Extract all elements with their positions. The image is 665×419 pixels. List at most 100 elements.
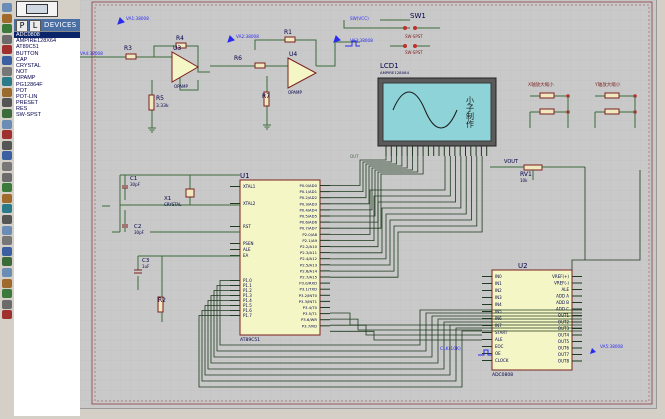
left-toolbar xyxy=(0,0,15,415)
svg-text:R1: R1 xyxy=(284,29,292,36)
toolbar-tool-icon[interactable] xyxy=(2,3,12,12)
adc-pin-label: OUT7 xyxy=(558,352,570,357)
toolbar-tool-icon[interactable] xyxy=(2,257,12,267)
toolbar-tool-icon[interactable] xyxy=(2,77,12,87)
toolbar-tool-icon[interactable] xyxy=(2,268,12,277)
svg-text:LCD1: LCD1 xyxy=(380,62,399,70)
svg-text:OPAMP: OPAMP xyxy=(174,84,188,89)
adc-pin-label: ALE xyxy=(495,337,503,342)
adc-pin-label: IN1 xyxy=(495,281,502,286)
mcu-pin-label: P3.4/T0 xyxy=(303,305,318,310)
svg-text:30pF: 30pF xyxy=(130,182,141,187)
toolbar-tool-icon[interactable] xyxy=(2,130,12,140)
svg-text:Y轴放大缩小: Y轴放大缩小 xyxy=(594,81,621,88)
mcu-pin-label: P2.3/A11 xyxy=(300,250,318,255)
toolbar-tool-icon[interactable] xyxy=(2,172,12,182)
svg-text:1uF: 1uF xyxy=(142,264,150,269)
svg-text:3.33k: 3.33k xyxy=(156,103,169,109)
adc-pin-label: OUT8 xyxy=(558,359,570,364)
svg-text:R4: R4 xyxy=(176,35,184,42)
toolbar-tool-icon[interactable] xyxy=(2,119,12,129)
mcu-pin-label: P3.0/RXD xyxy=(299,281,317,286)
adc-u2[interactable]: U2 ADC0808 IN0IN1IN2IN3IN4IN5IN6IN7START… xyxy=(482,262,582,378)
svg-text:小子制作: 小子制作 xyxy=(466,96,475,129)
toolbar-tool-icon[interactable] xyxy=(2,236,12,246)
toolbar-tool-icon[interactable] xyxy=(2,215,12,224)
adc-pin-label: OUT6 xyxy=(558,346,570,351)
toolbar-tool-icon[interactable] xyxy=(2,109,12,118)
toolbar-tool-icon[interactable] xyxy=(2,278,12,288)
mcu-pin-label: P0.0/AD0 xyxy=(299,183,317,188)
toolbar-tool-icon[interactable] xyxy=(2,66,12,76)
svg-text:OUT: OUT xyxy=(350,154,359,159)
mcu-pin-label: P3.1/TXD xyxy=(300,287,318,292)
svg-text:CLK(10K): CLK(10K) xyxy=(440,346,461,352)
svg-text:R6: R6 xyxy=(234,55,242,62)
toolbar-tool-icon[interactable] xyxy=(2,13,12,23)
toolbar-tool-icon[interactable] xyxy=(2,45,12,55)
horizontal-scrollbar[interactable] xyxy=(80,408,657,415)
svg-text:SW-SPST: SW-SPST xyxy=(405,50,423,55)
svg-text:R7: R7 xyxy=(262,93,270,100)
svg-text:R2: R2 xyxy=(158,297,166,304)
device-list-item[interactable]: SW-SPST xyxy=(14,112,80,118)
mcu-pin-label: P2.7/A15 xyxy=(300,275,318,280)
adc-pin-label: ADD B xyxy=(556,300,569,305)
toolbar-tool-icon[interactable] xyxy=(2,34,12,44)
adc-pin-label: ADD C xyxy=(556,307,569,312)
adc-pin-label: OUT3 xyxy=(558,326,570,331)
svg-text:U4: U4 xyxy=(289,51,297,58)
toolbar-tool-icon[interactable] xyxy=(2,87,12,97)
toolbar-tool-icon[interactable] xyxy=(2,98,12,108)
vertical-scrollbar[interactable] xyxy=(656,0,665,415)
svg-text:U2: U2 xyxy=(518,262,528,270)
mcu-pin-label: P1.7 xyxy=(243,313,252,318)
adc-pin-label: ALE xyxy=(562,287,570,292)
mcu-pin-label: P2.5/A13 xyxy=(300,262,318,267)
svg-text:VA1:38008: VA1:38008 xyxy=(126,16,149,21)
adc-pin-label: VREF(-) xyxy=(554,281,569,286)
adc-pin-label: IN3 xyxy=(495,295,502,300)
svg-text:ADC0808: ADC0808 xyxy=(492,372,513,378)
svg-text:SW(VCC): SW(VCC) xyxy=(350,16,369,21)
svg-text:U1: U1 xyxy=(240,172,250,180)
toolbar-tool-icon[interactable] xyxy=(2,162,12,171)
svg-text:R3: R3 xyxy=(124,45,132,52)
toolbar-tool-icon[interactable] xyxy=(2,310,12,320)
r8-resistor xyxy=(284,36,296,43)
toolbar-tool-icon[interactable] xyxy=(2,299,12,309)
adc-pin-label: OUT5 xyxy=(558,339,570,344)
toolbar-tool-icon[interactable] xyxy=(2,289,12,299)
device-panel: P L DEVICES ADC0808 AMPIRE128X64 AT89C51 BU… xyxy=(14,0,80,416)
adc-pin-label: VREF(+) xyxy=(552,274,569,279)
r6-resistor xyxy=(254,62,266,69)
svg-text:U3: U3 xyxy=(173,45,181,52)
mcu-pin-label: P0.3/AD3 xyxy=(299,201,317,206)
svg-text:AT89C51: AT89C51 xyxy=(240,337,260,343)
mcu-u1[interactable]: U1 AT89C51 XTAL1XTAL2RSTPSENALEEAP1.0P1.… xyxy=(230,172,330,343)
mcu-pin-label: P0.1/AD1 xyxy=(299,189,317,194)
mcu-pin-label: EA xyxy=(243,253,249,258)
toolbar-tool-icon[interactable] xyxy=(2,140,12,150)
mcu-pin-label: PSEN xyxy=(243,241,253,246)
adc-pin-label: OUT4 xyxy=(558,333,570,338)
toolbar-tool-icon[interactable] xyxy=(2,183,12,193)
toolbar-tool-icon[interactable] xyxy=(2,246,12,256)
mcu-pin-label: P0.6/AD6 xyxy=(299,220,317,225)
toolbar-tool-icon[interactable] xyxy=(2,193,12,203)
mcu-pin-label: P3.3/INT1 xyxy=(299,299,318,304)
toolbar-tool-icon[interactable] xyxy=(2,204,12,214)
mcu-pin-label: P2.6/A14 xyxy=(300,268,318,273)
mcu-pin-label: ALE xyxy=(243,247,251,252)
toolbar-tool-icon[interactable] xyxy=(2,151,12,161)
toolbar-tool-icon[interactable] xyxy=(2,24,12,34)
r5-resistor xyxy=(148,94,155,111)
mcu-pin-label: P2.4/A12 xyxy=(300,256,318,261)
device-list: ADC0808 AMPIRE128X64 AT89C51 BUTTON CAP CRYST… xyxy=(14,31,80,416)
svg-text:AMPIRE128X64: AMPIRE128X64 xyxy=(380,70,410,75)
schematic-canvas[interactable]: R3 R4 R5 3.33k U3 OPAMP R6 R1 R7 U4 OPAM… xyxy=(80,0,665,415)
toolbar-tool-icon[interactable] xyxy=(2,56,12,65)
toolbar-tool-icon[interactable] xyxy=(2,225,12,235)
component-preview xyxy=(16,1,58,17)
mcu-pin-label: P0.4/AD4 xyxy=(299,207,317,212)
